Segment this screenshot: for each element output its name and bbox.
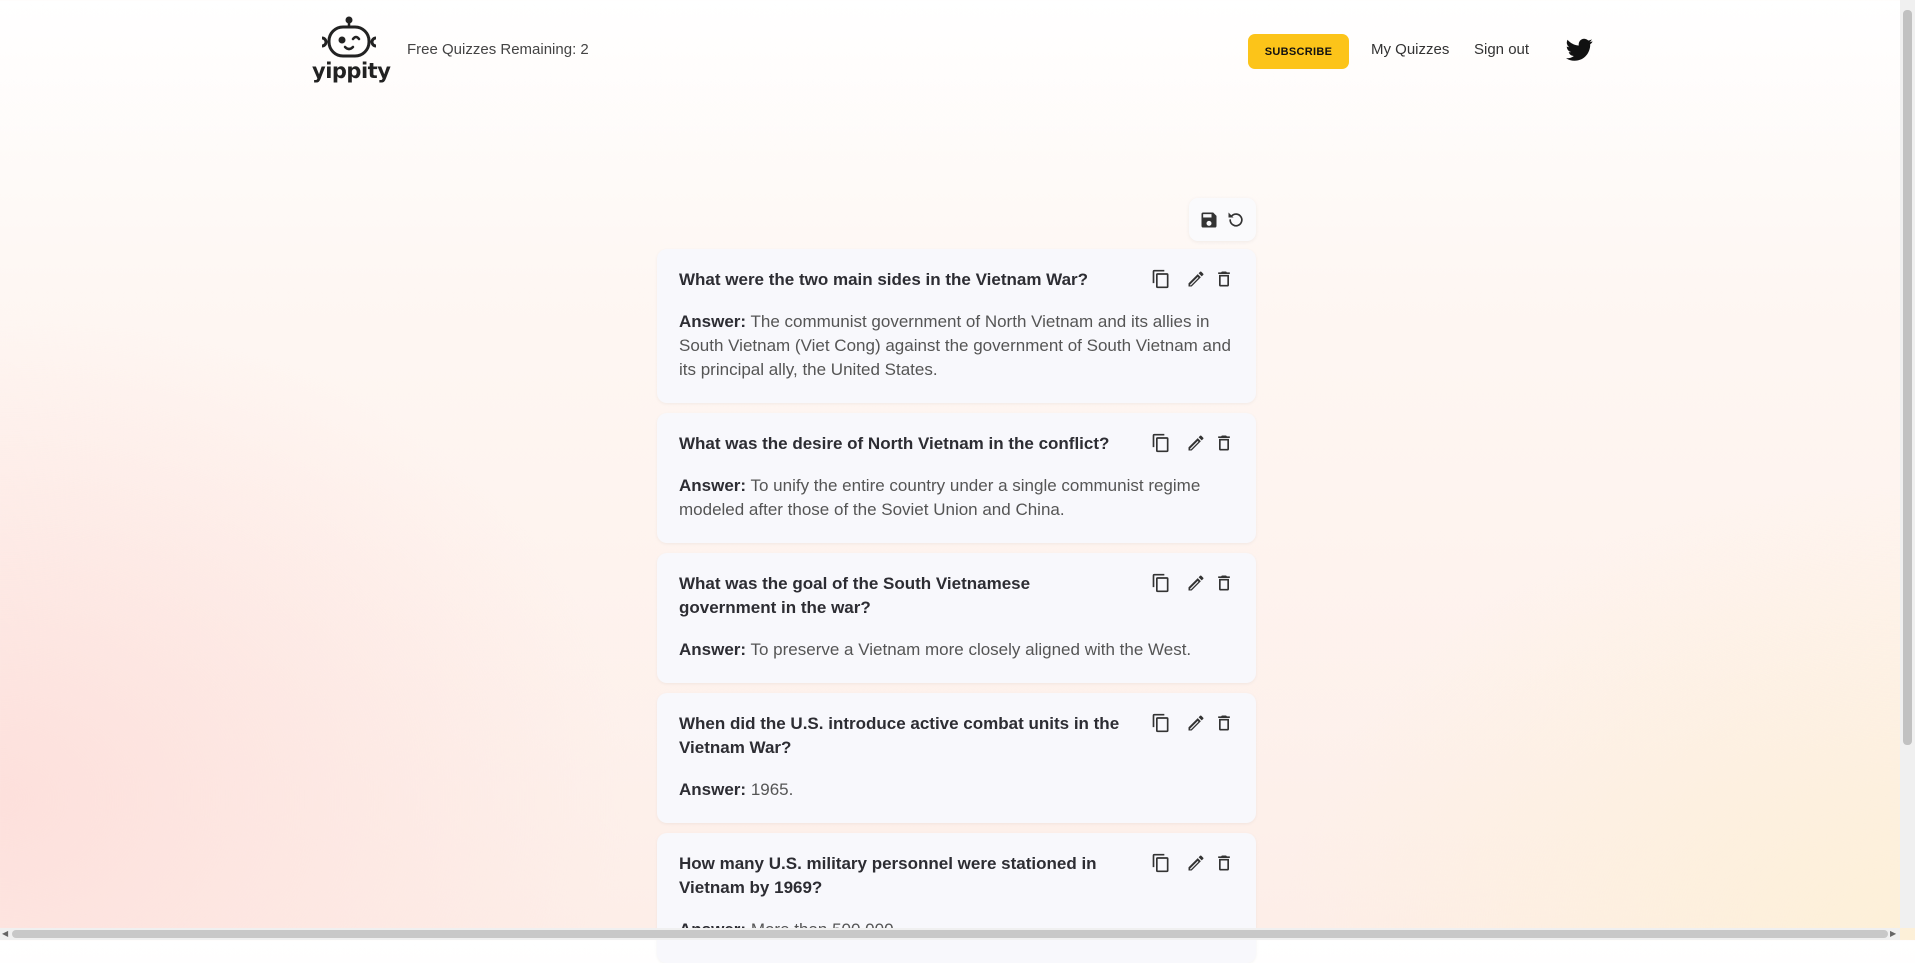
copy-icon[interactable] (1151, 573, 1171, 593)
answer-label: Answer: (679, 312, 747, 331)
reset-icon[interactable] (1226, 210, 1246, 230)
quiz-card: What were the two main sides in the Viet… (657, 249, 1256, 403)
yippity-logo[interactable]: yippity (312, 15, 391, 85)
scroll-left-arrow-icon[interactable]: ◀ (2, 929, 8, 938)
question-text: When did the U.S. introduce active comba… (679, 714, 1120, 757)
question-text: What was the desire of North Vietnam in … (679, 434, 1110, 453)
answer-block: Answer: 1965. (679, 778, 1239, 802)
horizontal-scrollbar[interactable]: ◀ ▶ (0, 928, 1900, 940)
answer-block: Answer: To preserve a Vietnam more close… (679, 638, 1239, 662)
question-text: What was the goal of the South Vietnames… (679, 574, 1031, 617)
copy-icon[interactable] (1151, 713, 1171, 733)
twitter-bird-icon[interactable] (1566, 38, 1593, 62)
delete-icon[interactable] (1214, 433, 1234, 453)
quiz-card: What was the goal of the South Vietnames… (657, 553, 1256, 683)
edit-icon[interactable] (1186, 269, 1206, 289)
answer-block: Answer: To unify the entire country unde… (679, 474, 1239, 522)
quiz-card: What was the desire of North Vietnam in … (657, 413, 1256, 543)
card-actions (1151, 433, 1241, 455)
edit-icon[interactable] (1186, 853, 1206, 873)
scroll-right-arrow-icon[interactable]: ▶ (1890, 929, 1896, 938)
edit-icon[interactable] (1186, 433, 1206, 453)
question-text: How many U.S. military personnel were st… (679, 854, 1097, 897)
card-actions (1151, 713, 1241, 735)
answer-text: 1965. (750, 780, 794, 799)
card-actions (1151, 573, 1241, 595)
free-quizzes-remaining: Free Quizzes Remaining: 2 (407, 41, 589, 58)
answer-label: Answer: (679, 640, 747, 659)
vertical-scrollbar-thumb[interactable] (1903, 10, 1912, 745)
delete-icon[interactable] (1214, 269, 1234, 289)
copy-icon[interactable] (1151, 433, 1171, 453)
my-quizzes-link[interactable]: My Quizzes (1371, 41, 1449, 58)
copy-icon[interactable] (1151, 269, 1171, 289)
quiz-toolbar (1189, 198, 1256, 241)
delete-icon[interactable] (1214, 713, 1234, 733)
answer-text: To preserve a Vietnam more closely align… (750, 640, 1192, 659)
save-icon[interactable] (1199, 210, 1219, 230)
delete-icon[interactable] (1214, 573, 1234, 593)
edit-icon[interactable] (1186, 713, 1206, 733)
answer-text: To unify the entire country under a sing… (679, 476, 1201, 519)
delete-icon[interactable] (1214, 853, 1234, 873)
header: yippity Free Quizzes Remaining: 2 SUBSCR… (0, 0, 1900, 110)
vertical-scrollbar[interactable] (1900, 0, 1915, 928)
quiz-card: How many U.S. military personnel were st… (657, 833, 1256, 963)
card-actions (1151, 269, 1241, 291)
copy-icon[interactable] (1151, 853, 1171, 873)
answer-label: Answer: (679, 476, 747, 495)
horizontal-scrollbar-thumb[interactable] (12, 930, 1888, 938)
subscribe-button[interactable]: SUBSCRIBE (1248, 34, 1349, 69)
answer-label: Answer: (679, 780, 747, 799)
logo-text: yippity (312, 59, 391, 83)
card-actions (1151, 853, 1241, 875)
robot-logo-icon (321, 16, 377, 58)
edit-icon[interactable] (1186, 573, 1206, 593)
answer-block: Answer: The communist government of Nort… (679, 310, 1239, 382)
quiz-card: When did the U.S. introduce active comba… (657, 693, 1256, 823)
sign-out-link[interactable]: Sign out (1474, 41, 1529, 58)
answer-text: The communist government of North Vietna… (679, 312, 1231, 379)
question-text: What were the two main sides in the Viet… (679, 270, 1089, 289)
